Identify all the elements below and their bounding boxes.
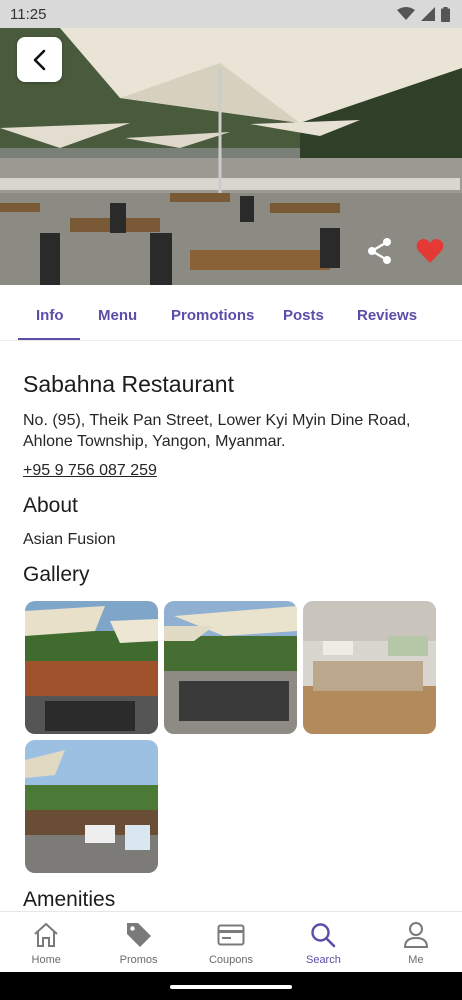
share-button[interactable] (366, 236, 394, 266)
tab-menu[interactable]: Menu (80, 296, 171, 340)
person-icon (401, 920, 431, 950)
about-text: Asian Fusion (23, 531, 116, 548)
heart-icon (416, 239, 444, 263)
nav-label: Home (31, 954, 61, 966)
amenities-heading: Amenities (23, 888, 116, 911)
share-icon (368, 238, 391, 264)
nav-me[interactable]: Me (370, 912, 462, 972)
tab-promotions[interactable]: Promotions (171, 296, 283, 340)
card-icon (216, 920, 246, 950)
nav-home[interactable]: Home (0, 912, 92, 972)
tab-reviews[interactable]: Reviews (357, 296, 437, 340)
nav-search[interactable]: Search (277, 912, 369, 972)
home-indicator[interactable] (170, 985, 292, 989)
hero-image (0, 28, 462, 285)
gallery-image[interactable] (25, 601, 158, 734)
battery-icon (441, 6, 450, 22)
status-bar: 11:25 (0, 0, 462, 28)
tab-posts[interactable]: Posts (283, 296, 357, 340)
nav-label: Me (408, 954, 424, 966)
nav-label: Promos (119, 954, 158, 966)
back-button[interactable] (17, 37, 62, 82)
tag-icon (124, 920, 154, 950)
nav-label: Search (305, 954, 341, 966)
tab-bar: Info Menu Promotions Posts Reviews (18, 296, 444, 340)
bottom-navigation: Home Promos Coupons Search Me (0, 911, 462, 972)
search-icon (308, 920, 338, 950)
favorite-button[interactable] (416, 238, 444, 264)
tab-info[interactable]: Info (18, 296, 80, 340)
nav-coupons[interactable]: Coupons (185, 912, 277, 972)
tab-divider (0, 340, 462, 341)
gallery-heading: Gallery (23, 563, 90, 586)
home-icon (31, 920, 61, 950)
gallery-image[interactable] (303, 601, 436, 734)
restaurant-name: Sabahna Restaurant (23, 371, 234, 397)
chevron-left-icon (33, 49, 45, 70)
status-time: 11:25 (10, 5, 47, 23)
gallery-image[interactable] (25, 740, 158, 873)
phone-link[interactable]: +95 9 756 087 259 (23, 462, 157, 480)
nav-label: Coupons (208, 954, 254, 966)
restaurant-address: No. (95), Theik Pan Street, Lower Kyi My… (23, 412, 411, 450)
nav-promos[interactable]: Promos (92, 912, 184, 972)
signal-icon (421, 7, 435, 21)
about-heading: About (23, 494, 78, 517)
wifi-icon (397, 7, 415, 20)
gallery-image[interactable] (164, 601, 297, 734)
status-icons (397, 6, 450, 22)
